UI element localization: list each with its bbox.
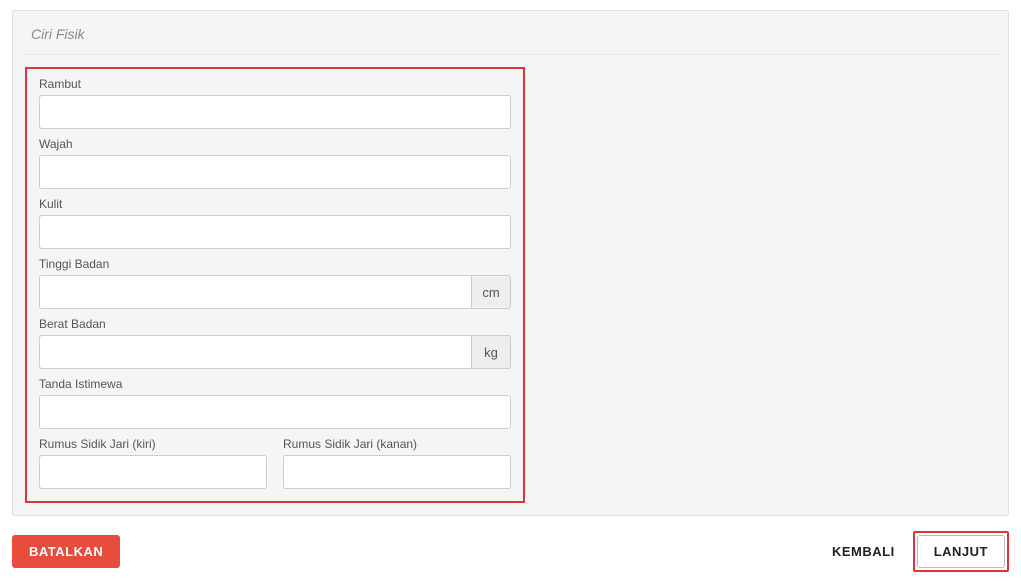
field-sidik-kiri: Rumus Sidik Jari (kiri) [39,437,267,489]
field-kulit: Kulit [39,197,511,249]
footer-right: KEMBALI LANJUT [828,531,1009,572]
field-tinggi-badan: Tinggi Badan cm [39,257,511,309]
input-rambut[interactable] [39,95,511,129]
lanjut-button[interactable]: LANJUT [917,535,1005,568]
input-wajah[interactable] [39,155,511,189]
label-berat-badan: Berat Badan [39,317,511,331]
label-tinggi-badan: Tinggi Badan [39,257,511,271]
input-kulit[interactable] [39,215,511,249]
batalkan-button[interactable]: BATALKAN [12,535,120,568]
row-sidik-jari: Rumus Sidik Jari (kiri) Rumus Sidik Jari… [39,437,511,489]
unit-cm: cm [471,275,511,309]
label-sidik-kiri: Rumus Sidik Jari (kiri) [39,437,267,451]
input-sidik-kiri[interactable] [39,455,267,489]
input-tinggi-badan[interactable] [39,275,471,309]
panel-body: Rambut Wajah Kulit Tinggi Badan cm Berat… [13,55,1008,515]
panel-title: Ciri Fisik [13,11,1008,54]
label-sidik-kanan: Rumus Sidik Jari (kanan) [283,437,511,451]
label-tanda-istimewa: Tanda Istimewa [39,377,511,391]
label-rambut: Rambut [39,77,511,91]
label-wajah: Wajah [39,137,511,151]
input-sidik-kanan[interactable] [283,455,511,489]
input-group-tinggi: cm [39,275,511,309]
input-group-berat: kg [39,335,511,369]
label-kulit: Kulit [39,197,511,211]
footer-actions: BATALKAN KEMBALI LANJUT [12,531,1009,572]
unit-kg: kg [471,335,511,369]
field-wajah: Wajah [39,137,511,189]
panel-ciri-fisik: Ciri Fisik Rambut Wajah Kulit Tinggi Bad… [12,10,1009,516]
field-berat-badan: Berat Badan kg [39,317,511,369]
field-sidik-kanan: Rumus Sidik Jari (kanan) [283,437,511,489]
field-tanda-istimewa: Tanda Istimewa [39,377,511,429]
highlight-box: Rambut Wajah Kulit Tinggi Badan cm Berat… [25,67,525,503]
kembali-button[interactable]: KEMBALI [828,536,899,567]
input-tanda-istimewa[interactable] [39,395,511,429]
field-rambut: Rambut [39,77,511,129]
highlight-lanjut: LANJUT [913,531,1009,572]
input-berat-badan[interactable] [39,335,471,369]
